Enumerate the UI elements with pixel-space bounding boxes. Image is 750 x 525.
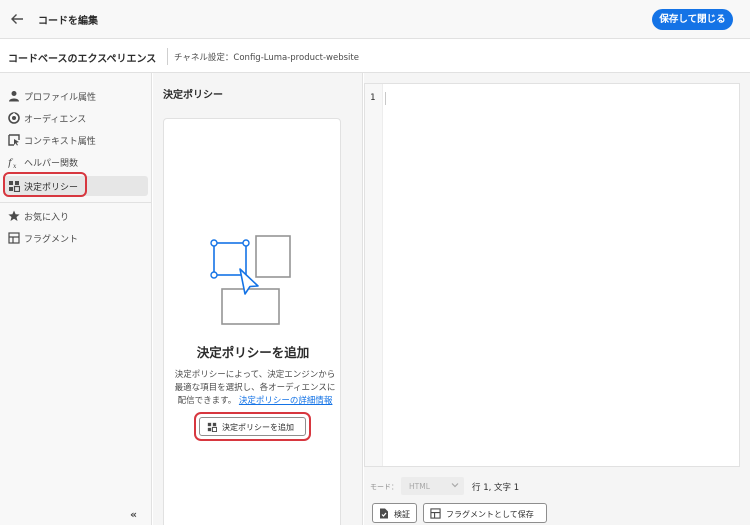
empty-state-description: 決定ポリシーによって、決定エンジンから 最適な項目を選択し、各オーディエンスに … — [170, 369, 340, 408]
sidebar-item-helper-functions[interactable]: f x ヘルパー関数 — [4, 152, 148, 172]
fragment-icon — [430, 508, 441, 519]
arrow-left-icon — [11, 14, 23, 24]
line-gutter — [365, 84, 383, 466]
decision-policy-panel: 決定ポリシー 決定ポリシーを追加 決定ポリシーによって、決定エンジンから 最適な… — [153, 73, 363, 525]
sidebar-item-label: コンテキスト属性 — [24, 137, 96, 147]
experience-header: コードベースのエクスペリエンス チャネル設定：Config-Luma-produ… — [0, 40, 750, 73]
description-line: 配信できます。 — [177, 396, 237, 406]
line-number: 1 — [370, 93, 376, 103]
sidebar-item-favorites[interactable]: お気に入り — [4, 206, 148, 226]
chevron-down-icon — [451, 483, 459, 488]
sidebar-divider — [0, 202, 151, 203]
button-label: フラグメントとして保存 — [446, 510, 534, 519]
collapse-sidebar-button[interactable]: « — [130, 508, 137, 521]
decision-illustration-icon — [210, 235, 291, 325]
empty-state-title: 決定ポリシーを追加 — [196, 345, 310, 360]
text-cursor — [385, 92, 386, 105]
learn-more-link[interactable]: 決定ポリシーの詳細情報 — [239, 396, 333, 406]
sidebar-item-audiences[interactable]: オーディエンス — [4, 108, 148, 128]
mode-select[interactable]: HTML — [401, 477, 464, 495]
sidebar-item-label: オーディエンス — [24, 115, 87, 125]
save-and-close-button[interactable]: 保存して閉じる — [652, 9, 733, 30]
person-icon — [9, 91, 19, 102]
description-line: 決定ポリシーによって、決定エンジンから — [174, 370, 336, 380]
save-as-fragment-button[interactable]: フラグメントとして保存 — [423, 503, 547, 523]
back-button[interactable] — [8, 9, 28, 29]
cursor-position: 行 1, 文字 1 — [472, 483, 520, 493]
header-divider — [167, 48, 168, 65]
sidebar-item-label: ヘルパー関数 — [24, 159, 79, 169]
star-icon — [8, 210, 20, 221]
experience-title: コードベースのエクスペリエンス — [8, 54, 157, 65]
sidebar-item-profile-attributes[interactable]: プロファイル属性 — [4, 86, 148, 106]
code-editor-panel: 1 モード： HTML 行 1, 文字 1 検証 フラグメントとして保存 — [364, 73, 750, 525]
sidebar-item-fragments[interactable]: フラグメント — [4, 228, 148, 248]
channel-config-text: チャネル設定：Config-Luma-product-website — [174, 53, 359, 63]
panel-title: 決定ポリシー — [163, 90, 223, 101]
top-bar: コードを編集 保存して閉じる — [0, 0, 750, 39]
page-title: コードを編集 — [38, 16, 98, 27]
sidebar-item-label: お気に入り — [24, 213, 70, 223]
fragment-icon — [8, 232, 20, 244]
document-check-icon — [380, 508, 388, 519]
sidebar-item-label: プロファイル属性 — [24, 93, 97, 103]
highlight-outline — [194, 412, 311, 441]
context-icon — [8, 134, 20, 146]
button-label: 検証 — [394, 510, 410, 519]
sidebar: プロファイル属性 オーディエンス コンテキスト属性 f x ヘルパー関数 決定ポ… — [0, 73, 152, 525]
audience-icon — [8, 112, 20, 124]
mode-value: HTML — [409, 482, 430, 491]
description-line: 最適な項目を選択し、各オーディエンスに — [174, 383, 336, 393]
empty-state-card: 決定ポリシーを追加 決定ポリシーによって、決定エンジンから 最適な項目を選択し、… — [163, 118, 341, 525]
editor-actions: 検証 フラグメントとして保存 — [364, 503, 740, 523]
editor-status-bar: モード： HTML 行 1, 文字 1 — [364, 477, 740, 495]
sidebar-item-context-attributes[interactable]: コンテキスト属性 — [4, 130, 148, 150]
mode-label: モード： — [370, 483, 398, 491]
function-icon: f x — [8, 158, 17, 168]
sidebar-item-label: フラグメント — [24, 235, 79, 245]
validate-button[interactable]: 検証 — [372, 503, 417, 523]
highlight-outline — [3, 172, 87, 197]
svg-text:x: x — [13, 163, 17, 168]
code-editor[interactable]: 1 — [364, 83, 740, 467]
